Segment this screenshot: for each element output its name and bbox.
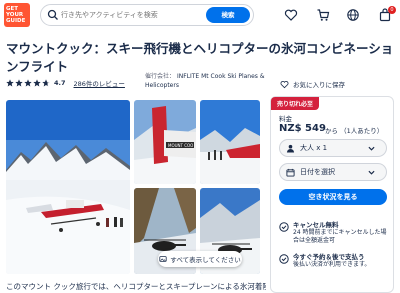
gallery-photo-main[interactable] xyxy=(6,100,130,274)
search-input[interactable] xyxy=(61,8,201,22)
star-icon xyxy=(24,79,32,87)
booking-card: 売り切れ必至 料金 NZ$ 549 から （1人あたり） 大人 x 1 日付を選… xyxy=(270,96,394,293)
heart-icon[interactable] xyxy=(284,8,298,22)
profile-menu[interactable]: 0 xyxy=(376,6,396,24)
getyourguide-logo[interactable]: GET YOUR GUIDE xyxy=(4,3,30,27)
star-half-icon xyxy=(42,79,50,87)
globe-icon[interactable] xyxy=(346,8,360,22)
chevron-down-icon xyxy=(368,170,375,175)
cart-icon[interactable] xyxy=(316,8,330,22)
date-value: 日付を選択 xyxy=(300,168,335,176)
cart-badge: 0 xyxy=(388,6,396,14)
gallery-photo-3[interactable] xyxy=(200,100,260,184)
feature-title: 今すぐ予約＆後で支払う xyxy=(293,253,365,261)
calendar-check-icon xyxy=(279,254,289,264)
gallery-photo-2[interactable]: MOUNT COO xyxy=(134,100,196,184)
star-icon xyxy=(6,79,14,87)
rating-row: 4.7 286件のレビュー xyxy=(6,76,125,90)
show-all-photos-button[interactable]: すべて表示してください xyxy=(158,251,242,267)
price-suffix: から （1人あたり） xyxy=(325,127,384,135)
description-text: このマウント クック旅行では、ヘリコプターとスキープレーンによる氷河着陸を xyxy=(6,282,266,291)
check-circle-icon xyxy=(279,222,289,232)
show-all-label: すべて表示してください xyxy=(170,256,241,264)
date-select[interactable]: 日付を選択 xyxy=(279,163,387,181)
feature-desc: 後払い決済が利用できます。 xyxy=(293,261,371,268)
participants-value: 大人 x 1 xyxy=(300,144,328,152)
likely-to-sell-out-badge: 売り切れ必至 xyxy=(271,97,320,110)
price-value: NZ$ 549 xyxy=(279,123,326,134)
header: GETYOURGUIDE 検索 0 xyxy=(0,0,400,30)
svg-text:MOUNT COO: MOUNT COO xyxy=(168,143,193,148)
chevron-down-icon xyxy=(368,146,375,151)
reviews-link[interactable]: 286件のレビュー xyxy=(74,78,125,88)
participants-select[interactable]: 大人 x 1 xyxy=(279,139,387,157)
search-icon xyxy=(47,9,58,20)
feature-title: キャンセル無料 xyxy=(293,221,339,229)
person-icon xyxy=(286,144,295,153)
wishlist-label: お気に入りに保存 xyxy=(293,81,345,89)
search-button[interactable]: 検索 xyxy=(206,7,250,23)
rating-score: 4.7 xyxy=(54,79,66,87)
gallery-icon xyxy=(159,256,167,262)
operator-label: 催行会社： xyxy=(145,73,176,80)
photo-gallery: MOUNT COO xyxy=(6,100,260,274)
feature-reserve-now-pay-later: 今すぐ予約＆後で支払う 後払い決済が利用できます。 xyxy=(279,253,391,269)
price-label: 料金 xyxy=(279,115,292,123)
star-icon xyxy=(15,79,23,87)
search-bar: 検索 xyxy=(40,4,254,26)
heart-icon xyxy=(280,80,289,88)
calendar-icon xyxy=(286,168,295,177)
star-icon xyxy=(33,79,41,87)
page-title: マウントクック：スキー飛行機とヘリコプターの氷河コンビネーションフライト xyxy=(6,41,394,74)
feature-free-cancellation: キャンセル無料 24 時間前までにキャンセルした場合は全額返金可 xyxy=(279,221,391,245)
wishlist-button[interactable]: お気に入りに保存 xyxy=(280,76,395,92)
operator-info: 催行会社： INFLITE Mt Cook Ski Planes & Helic… xyxy=(145,72,275,90)
feature-desc: 24 時間前までにキャンセルした場合は全額返金可 xyxy=(293,229,387,244)
check-availability-button[interactable]: 空き状況を見る xyxy=(279,189,387,205)
star-rating xyxy=(6,79,50,87)
